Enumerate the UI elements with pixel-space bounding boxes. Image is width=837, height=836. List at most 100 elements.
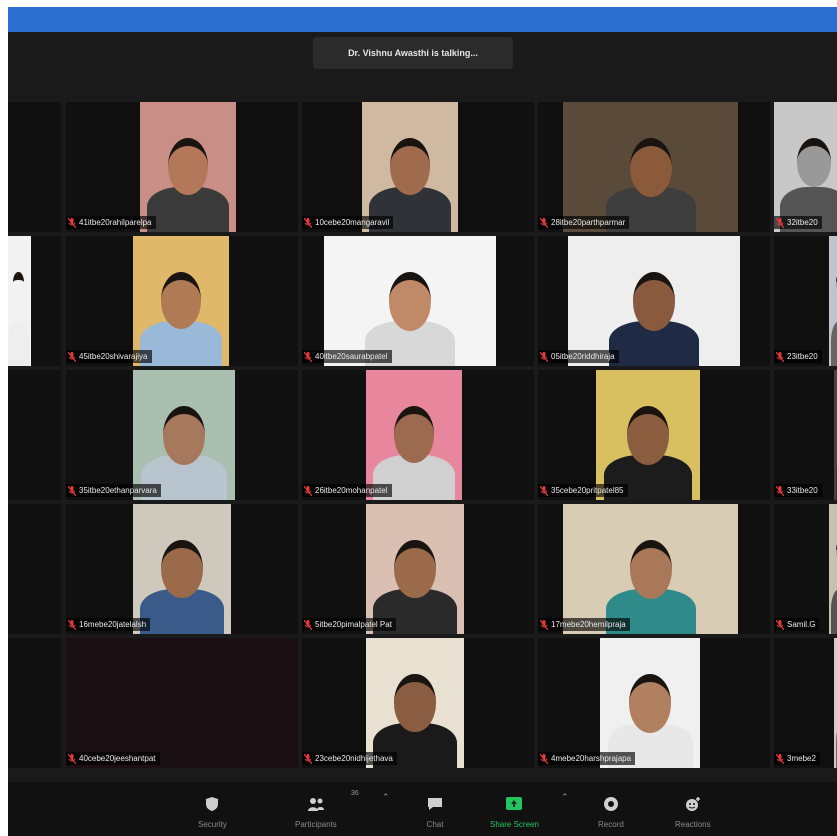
participant-video [568,236,740,366]
muted-mic-icon [68,619,76,630]
participant-name: 05itbe20riddhiraja [551,352,615,361]
participant-name-tag: 5itbe20pimalpatel Pat [302,618,396,631]
video-tile[interactable]: 5itbe20pimalpatel Pat [302,504,534,634]
video-tile[interactable] [8,638,61,768]
participant-video [133,370,235,500]
participant-video [324,236,496,366]
video-tile[interactable] [8,102,61,232]
participant-face [13,272,24,293]
meeting-window: Dr. Vishnu Awasthi is talking... 41itbe2… [8,7,837,836]
video-tile[interactable]: 4mebe20harshprajapa [538,638,770,768]
participant-name: 10cebe20mangaravil [315,218,390,227]
video-tile[interactable]: 45itbe20shivarajiya [66,236,298,366]
participant-video [829,236,837,366]
video-tile[interactable]: 35cebe20pritpatel85 [538,370,770,500]
video-tile[interactable]: 40cebe20jeeshantpat [66,638,298,768]
participant-name: 3mebe2 [787,754,816,763]
video-tile[interactable]: 33itbe20 [774,370,837,500]
participant-video [133,504,231,634]
participant-face [389,138,431,195]
participant-video [66,638,298,768]
video-tile[interactable]: 28itbe20parthparmar [538,102,770,232]
video-tile[interactable]: 23itbe20 [774,236,837,366]
muted-mic-icon [304,485,312,496]
video-tile[interactable]: Samil.G [774,504,837,634]
video-tile[interactable]: 41itbe20rahilparelpa [66,102,298,232]
participant-name-tag: 3mebe2 [774,752,820,765]
muted-mic-icon [304,351,312,362]
share-screen-label: Share Screen [490,820,539,829]
muted-mic-icon [540,485,548,496]
participant-video [829,504,837,634]
participant-face [633,272,675,331]
muted-mic-icon [776,351,784,362]
participant-name: 28itbe20parthparmar [551,218,626,227]
video-tile[interactable]: 32itbe20 [774,102,837,232]
participant-video [133,236,229,366]
share-caret-icon[interactable]: ⌃ [561,792,569,803]
video-tile[interactable]: 16mebe20jatelalsh [66,504,298,634]
participant-name-tag: 45itbe20shivarajiya [66,350,152,363]
muted-mic-icon [776,619,784,630]
record-label: Record [598,820,624,829]
participant-figure [830,588,837,634]
security-button[interactable]: Security [198,796,227,829]
participant-count: 36 [351,790,359,797]
video-tile[interactable]: 10cebe20mangaravil [302,102,534,232]
video-tile[interactable]: 05itbe20riddhiraja [538,236,770,366]
chat-button[interactable]: Chat [426,796,444,829]
video-tile[interactable] [8,236,61,366]
share-screen-icon [506,797,523,810]
participant-name-tag: 28itbe20parthparmar [538,216,630,229]
reactions-button[interactable]: Reactions [675,796,711,829]
share-screen-button[interactable]: Share Screen [490,796,539,829]
participant-video [362,102,458,232]
participants-button[interactable]: Participants [295,796,337,829]
muted-mic-icon [540,753,548,764]
muted-mic-icon [540,619,548,630]
video-tile[interactable]: 35itbe20ethanparvara [66,370,298,500]
reactions-label: Reactions [675,820,711,829]
participant-face [167,138,209,195]
participant-name: Samil.G [787,620,816,629]
participant-face [629,540,672,599]
video-tile[interactable]: 3mebe2 [774,638,837,768]
participant-name-tag: 05itbe20riddhiraja [538,350,619,363]
participant-name: 45itbe20shivarajiya [79,352,148,361]
participant-video [774,102,837,232]
chat-label: Chat [426,820,444,829]
muted-mic-icon [68,217,76,228]
record-button[interactable]: Record [598,796,624,829]
muted-mic-icon [776,485,784,496]
participant-name: 33itbe20 [787,486,818,495]
participant-figure [830,320,837,366]
muted-mic-icon [68,351,76,362]
record-icon [603,797,618,811]
video-tile[interactable]: 17mebe20hemilpraja [538,504,770,634]
muted-mic-icon [540,351,548,362]
participants-caret-icon[interactable]: ⌃ [382,792,390,803]
participant-video [366,638,464,768]
video-tile[interactable]: 26itbe20mohanpatel [302,370,534,500]
participant-name: 23cebe20nidhijethava [315,754,393,763]
participant-face [629,138,672,197]
participant-video [366,370,462,500]
muted-mic-icon [304,217,312,228]
participant-name-tag: 17mebe20hemilpraja [538,618,630,631]
participant-name-tag: 23cebe20nidhijethava [302,752,397,765]
participant-face [161,540,203,598]
participant-figure [8,320,30,366]
video-tile[interactable]: 40itbe20saurabpatel [302,236,534,366]
video-tile[interactable] [8,504,61,634]
participant-video [563,102,738,232]
participant-name-tag: 26itbe20mohanpatel [302,484,392,497]
participant-name-tag: 40cebe20jeeshantpat [66,752,160,765]
participant-video [596,370,700,500]
video-tile[interactable]: 23cebe20nidhijethava [302,638,534,768]
active-speaker-banner: Dr. Vishnu Awasthi is talking... [313,37,513,69]
muted-mic-icon [68,485,76,496]
participant-name-tag: 4mebe20harshprajapa [538,752,636,765]
participant-name-tag: 35cebe20pritpatel85 [538,484,628,497]
participant-face [393,406,435,463]
video-tile[interactable] [8,370,61,500]
